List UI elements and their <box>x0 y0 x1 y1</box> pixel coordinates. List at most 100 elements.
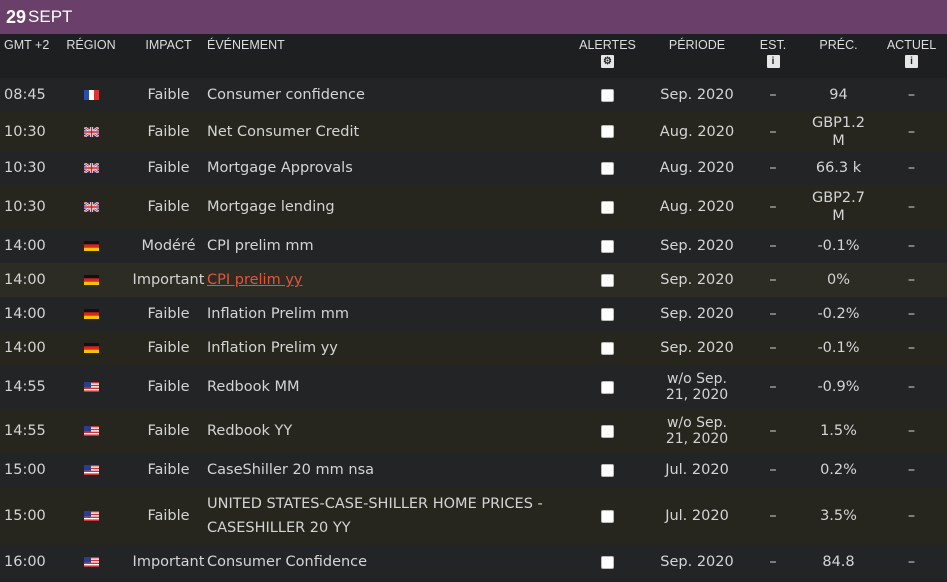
row-actual: – <box>907 508 916 524</box>
table-row[interactable]: 15:00 Faible CaseShiller 20 mm nsa Jul. 202… <box>0 453 947 487</box>
table-row[interactable]: 10:30 Faible Net Consumer Credit Aug. 2020 –… <box>0 112 947 151</box>
row-time: 15:00 <box>4 508 46 524</box>
row-impact: Faible <box>147 123 190 140</box>
row-event[interactable]: Inflation Prelim yy <box>207 331 566 365</box>
row-period: Jul. 2020 <box>665 508 729 524</box>
economic-calendar-table: GMT +2 RÉGION IMPACT ÉVÉNEMENT ALERTES ⚙… <box>0 34 947 579</box>
row-region <box>52 365 130 409</box>
row-alert <box>566 487 649 545</box>
table-row[interactable]: 08:45 Faible Consumer confidence Sep. 2020 –… <box>0 78 947 112</box>
row-period: Aug. 2020 <box>659 199 735 215</box>
alert-checkbox[interactable] <box>601 273 614 287</box>
row-period: Aug. 2020 <box>659 123 735 140</box>
row-time: 08:45 <box>4 87 46 103</box>
alert-checkbox[interactable] <box>601 88 614 102</box>
alert-checkbox[interactable] <box>601 200 614 214</box>
row-time: 14:00 <box>4 272 46 288</box>
table-row[interactable]: 15:00 Faible UNITED STATES-CASE-SHILLER HO… <box>0 487 947 545</box>
row-event[interactable]: Net Consumer Credit <box>207 112 566 151</box>
alert-checkbox[interactable] <box>601 161 614 175</box>
date-month: SEPT <box>28 7 73 26</box>
row-prec: -0.1% <box>817 340 860 356</box>
germany-flag-icon <box>83 241 99 251</box>
row-region <box>52 297 130 331</box>
col-header-time[interactable]: GMT +2 <box>0 34 52 78</box>
alert-checkbox[interactable] <box>601 125 614 138</box>
germany-flag-icon <box>83 309 99 319</box>
row-event[interactable]: Consumer Confidence <box>207 545 566 579</box>
table-row[interactable]: 14:00 Faible Inflation Prelim yy Sep. 2020 –… <box>0 331 947 365</box>
row-alert <box>566 229 649 263</box>
table-row[interactable]: 14:00 Important CPI prelim yy Sep. 2020 – 0% – <box>0 263 947 297</box>
row-region <box>52 229 130 263</box>
row-est: – <box>769 199 777 215</box>
row-event[interactable]: Redbook MM <box>207 365 566 409</box>
row-event[interactable]: Inflation Prelim mm <box>207 297 566 331</box>
alert-checkbox[interactable] <box>601 555 614 569</box>
col-header-prec[interactable]: PRÉC. <box>801 34 876 78</box>
row-event[interactable]: Mortgage lending <box>207 185 566 229</box>
row-time: 14:00 <box>4 306 46 322</box>
col-header-period[interactable]: PÉRIODE <box>649 34 745 78</box>
table-row[interactable]: 10:30 Faible Mortgage Approvals Aug. 2020 – 6… <box>0 151 947 185</box>
row-time: 16:00 <box>4 554 46 570</box>
col-header-impact[interactable]: IMPACT <box>130 34 207 78</box>
table-row[interactable]: 14:55 Faible Redbook MM w/o Sep. 21, 2020 – -… <box>0 365 947 409</box>
col-header-est: EST. i <box>745 34 801 78</box>
gear-icon[interactable]: ⚙ <box>601 55 614 68</box>
usa-flag-icon <box>83 511 99 521</box>
row-time: 14:00 <box>4 238 46 254</box>
row-region <box>52 331 130 365</box>
row-est: – <box>769 379 777 395</box>
row-impact: Faible <box>147 306 190 322</box>
france-flag-icon <box>83 90 99 100</box>
alert-checkbox[interactable] <box>601 341 614 355</box>
row-event[interactable]: CaseShiller 20 mm nsa <box>207 453 566 487</box>
row-est: – <box>769 423 777 439</box>
table-row[interactable]: 14:55 Faible Redbook YY w/o Sep. 21, 2020 – 1… <box>0 409 947 453</box>
row-event[interactable]: Mortgage Approvals <box>207 151 566 185</box>
row-time: 10:30 <box>4 199 46 215</box>
row-impact: Faible <box>147 379 190 395</box>
alert-checkbox[interactable] <box>601 239 614 253</box>
row-time: 10:30 <box>4 160 46 176</box>
row-est: – <box>769 123 777 140</box>
row-event[interactable]: CPI prelim mm <box>207 229 566 263</box>
row-time: 14:00 <box>4 340 46 356</box>
table-row[interactable]: 14:00 Faible Inflation Prelim mm Sep. 2020 –… <box>0 297 947 331</box>
alert-checkbox[interactable] <box>601 307 614 321</box>
alert-checkbox[interactable] <box>601 424 614 438</box>
row-time: 14:55 <box>4 423 46 439</box>
row-event[interactable]: Redbook YY <box>207 409 566 453</box>
row-alert <box>566 185 649 229</box>
row-prec: -0.1% <box>817 238 860 254</box>
row-prec: 84.8 <box>822 554 855 570</box>
info-icon[interactable]: i <box>766 55 780 68</box>
row-event[interactable]: UNITED STATES-CASE-SHILLER HOME PRICES -… <box>207 487 566 545</box>
row-event[interactable]: CPI prelim yy <box>207 263 566 297</box>
event-link[interactable]: CPI prelim yy <box>207 272 302 288</box>
row-actual: – <box>907 160 916 176</box>
info-icon[interactable]: i <box>905 55 918 68</box>
col-header-event[interactable]: ÉVÉNEMENT <box>207 34 566 78</box>
table-row[interactable]: 14:00 Modéré CPI prelim mm Sep. 2020 – -0.1% – <box>0 229 947 263</box>
col-header-region[interactable]: RÉGION <box>52 34 130 78</box>
alert-checkbox[interactable] <box>601 380 614 394</box>
alert-checkbox[interactable] <box>601 509 614 523</box>
table-row[interactable]: 10:30 Faible Mortgage lending Aug. 2020 – GBP… <box>0 185 947 229</box>
row-impact: Modéré <box>141 238 196 254</box>
alert-checkbox[interactable] <box>601 463 614 477</box>
row-est: – <box>769 462 777 478</box>
germany-flag-icon <box>83 275 99 285</box>
row-event[interactable]: Consumer confidence <box>207 78 566 112</box>
row-est: – <box>769 340 777 356</box>
row-impact: Important <box>132 554 205 570</box>
row-alert <box>566 78 649 112</box>
row-period: Sep. 2020 <box>660 306 734 322</box>
uk-flag-icon <box>83 163 99 173</box>
row-prec: 0.2% <box>820 462 857 478</box>
row-period: Sep. 2020 <box>660 272 734 288</box>
row-region <box>52 409 130 453</box>
table-row[interactable]: 16:00 Important Consumer Confidence Sep. 20… <box>0 545 947 579</box>
row-impact: Faible <box>147 423 190 439</box>
